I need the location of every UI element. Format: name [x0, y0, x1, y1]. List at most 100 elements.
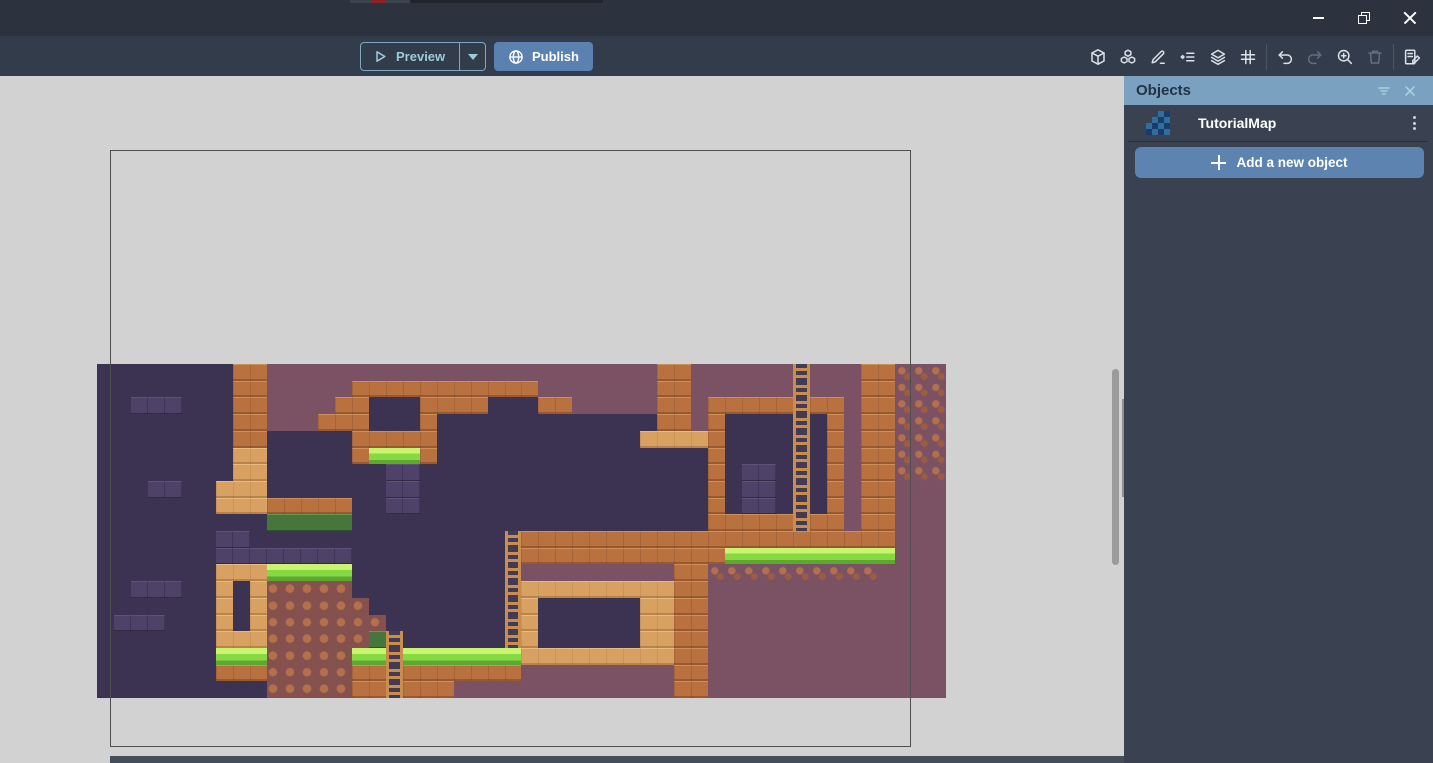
tile-tan	[233, 631, 250, 648]
horizontal-scrollbar[interactable]	[110, 756, 1124, 763]
tile-cave	[216, 514, 233, 531]
tile-rock	[606, 531, 623, 548]
tile-cave	[437, 464, 454, 481]
tile-tan	[640, 648, 657, 665]
window-minimize-button[interactable]	[1295, 0, 1341, 36]
tile-cave	[335, 464, 352, 481]
tile-cave	[471, 531, 488, 548]
tile-rock	[674, 681, 691, 698]
open-instances-list-button[interactable]	[1176, 45, 1200, 69]
preview-button[interactable]: Preview	[360, 42, 486, 71]
tile-cave	[555, 514, 572, 531]
kebab-icon	[1413, 116, 1416, 119]
objects-filter-button[interactable]	[1371, 78, 1397, 104]
tile-mauve	[793, 581, 810, 598]
toggle-grid-button[interactable]	[1236, 45, 1260, 69]
window-close-button[interactable]	[1387, 0, 1433, 36]
tile-cave	[742, 431, 759, 448]
tile-rock	[301, 498, 318, 515]
tile-rock	[691, 548, 708, 565]
edit-scene-properties-button[interactable]	[1400, 45, 1424, 69]
open-objects-panel-button[interactable]	[1086, 45, 1110, 69]
tile-mauve	[691, 397, 708, 414]
tile-brick	[131, 397, 148, 414]
tile-mauve	[488, 364, 505, 381]
tile-mauve	[640, 397, 657, 414]
object-menu-button[interactable]	[1401, 110, 1427, 136]
publish-button[interactable]: Publish	[494, 42, 593, 71]
tile-mauve	[810, 681, 827, 698]
tile-cave	[420, 514, 437, 531]
edit-mode-button[interactable]	[1146, 45, 1170, 69]
tile-grass	[725, 548, 742, 565]
tile-rock	[352, 431, 369, 448]
tile-mauve	[759, 364, 776, 381]
tile-cave	[233, 615, 250, 632]
tile-rock	[674, 414, 691, 431]
tile-mauve	[878, 581, 895, 598]
tile-grass	[284, 564, 301, 581]
tile-rock	[878, 448, 895, 465]
object-list-item[interactable]: TutorialMap	[1124, 105, 1433, 141]
tile-mauve	[929, 531, 946, 548]
tile-mauve	[437, 364, 454, 381]
tile-cave	[131, 648, 148, 665]
tile-mauve	[929, 631, 946, 648]
tile-cave	[199, 598, 216, 615]
undo-button[interactable]	[1273, 45, 1297, 69]
tile-cave	[318, 531, 335, 548]
tile-ladder	[793, 381, 810, 398]
tile-cave	[97, 581, 114, 598]
tile-mauve	[861, 598, 878, 615]
tile-cave	[182, 498, 199, 515]
tile-mauve	[708, 598, 725, 615]
tile-tan	[216, 581, 233, 598]
open-object-groups-button[interactable]	[1116, 45, 1140, 69]
tile-mauve	[691, 414, 708, 431]
tile-cave	[131, 381, 148, 398]
tile-rock	[810, 514, 827, 531]
tile-grass	[386, 448, 403, 465]
tile-cave	[369, 414, 386, 431]
tile-grass	[878, 548, 895, 565]
tile-cave	[199, 581, 216, 598]
tile-cave	[403, 531, 420, 548]
tile-rock	[352, 665, 369, 682]
tile-cave	[216, 397, 233, 414]
tile-rock	[352, 381, 369, 398]
tile-mauve	[538, 681, 555, 698]
tile-dirt	[335, 598, 352, 615]
tile-mauve	[742, 615, 759, 632]
add-object-button[interactable]: Add a new object	[1135, 147, 1424, 178]
tile-rock	[352, 681, 369, 698]
tile-mauve	[895, 581, 912, 598]
scene-tilemap[interactable]	[97, 364, 946, 698]
tile-rock	[250, 414, 267, 431]
tile-tan	[623, 581, 640, 598]
tile-cave	[352, 481, 369, 498]
tile-cave	[301, 464, 318, 481]
zoom-button[interactable]	[1333, 45, 1357, 69]
tile-rock	[691, 581, 708, 598]
tile-cave	[471, 481, 488, 498]
tile-ladder	[793, 481, 810, 498]
tile-mauve	[844, 581, 861, 598]
tile-pebble	[810, 564, 827, 581]
objects-panel-close-button[interactable]	[1397, 78, 1423, 104]
tile-cave	[471, 581, 488, 598]
redo-button[interactable]	[1303, 45, 1327, 69]
tile-mauve	[895, 531, 912, 548]
tile-cave	[165, 514, 182, 531]
scene-canvas[interactable]	[0, 76, 1124, 763]
tile-mauve	[725, 665, 742, 682]
vertical-scrollbar[interactable]	[1112, 369, 1119, 565]
tile-cave	[488, 498, 505, 515]
tile-mauve	[929, 681, 946, 698]
open-layers-panel-button[interactable]	[1206, 45, 1230, 69]
tile-mauve	[352, 364, 369, 381]
preview-dropdown-button[interactable]	[459, 43, 485, 70]
tile-cave	[606, 498, 623, 515]
window-restore-button[interactable]	[1341, 0, 1387, 36]
delete-button[interactable]	[1363, 45, 1387, 69]
tile-pebble	[895, 414, 912, 431]
